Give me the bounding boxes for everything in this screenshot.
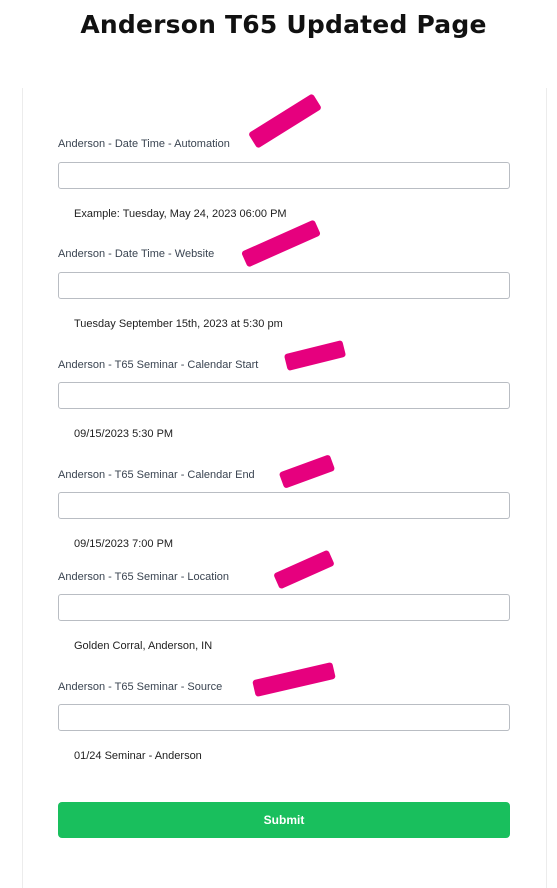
field-label: Anderson - T65 Seminar - Source xyxy=(58,681,223,693)
calendar-end-input[interactable] xyxy=(58,492,510,519)
field-hint: Tuesday September 15th, 2023 at 5:30 pm xyxy=(74,318,283,330)
date-time-website-input[interactable] xyxy=(58,272,510,299)
calendar-start-input[interactable] xyxy=(58,382,510,409)
field-label: Anderson - T65 Seminar - Calendar Start xyxy=(58,359,259,371)
field-hint: 09/15/2023 5:30 PM xyxy=(74,428,174,440)
field-hint: 09/15/2023 7:00 PM xyxy=(74,538,174,550)
location-input[interactable] xyxy=(58,594,510,621)
field-hint: Golden Corral, Anderson, IN xyxy=(74,640,213,652)
source-input[interactable] xyxy=(58,704,510,731)
submit-button[interactable]: Submit xyxy=(58,802,510,838)
date-time-automation-input[interactable] xyxy=(58,162,510,189)
field-hint: 01/24 Seminar - Anderson xyxy=(74,750,202,762)
field-hint: Example: Tuesday, May 24, 2023 06:00 PM xyxy=(74,208,287,220)
field-label: Anderson - T65 Seminar - Calendar End xyxy=(58,469,255,481)
field-label: Anderson - Date Time - Automation xyxy=(58,138,230,150)
field-label: Anderson - T65 Seminar - Location xyxy=(58,571,229,583)
field-label: Anderson - Date Time - Website xyxy=(58,248,215,260)
page-title: Anderson T65 Updated Page xyxy=(80,10,487,39)
